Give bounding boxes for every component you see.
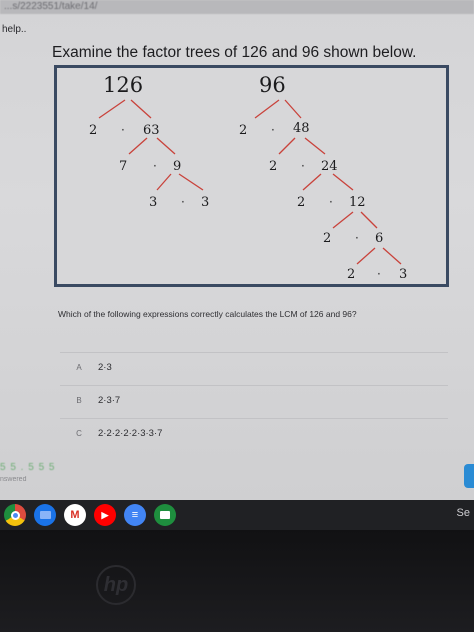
branch	[302, 173, 322, 191]
progress-indicator[interactable]: 5 5 . 5 5 5	[0, 462, 55, 473]
next-button[interactable]	[464, 464, 474, 488]
os-shelf: M ▶ ≡ Se	[0, 500, 474, 530]
factor-tree-diagram: 126 2 · 63 7 · 9 3 · 3 96 2 · 48 2 · 24 …	[89, 73, 407, 282]
help-link[interactable]: help..	[2, 24, 26, 35]
tree-96-node: 48	[293, 121, 310, 136]
answer-choice-b[interactable]: B 2·3·7	[60, 385, 448, 415]
choice-letter: C	[76, 429, 82, 438]
branch	[332, 173, 354, 191]
tree-126-node: 63	[143, 123, 160, 138]
branch	[356, 247, 376, 265]
gmail-glyph: M	[70, 509, 80, 521]
branch	[278, 137, 296, 155]
tree-96-node: 6	[375, 231, 383, 246]
youtube-glyph: ▶	[101, 509, 109, 520]
answer-choice-c[interactable]: C 2·2·2·2·2·3·3·7	[60, 418, 448, 448]
tree-96-node: 24	[321, 159, 338, 174]
factor-tree-figure: 126 2 · 63 7 · 9 3 · 3 96 2 · 48 2 · 24 …	[54, 65, 449, 287]
multiply-dot: ·	[153, 159, 157, 173]
question-title: Examine the factor trees of 126 and 96 s…	[52, 44, 417, 61]
youtube-icon[interactable]: ▶	[94, 504, 116, 526]
multiply-dot: ·	[301, 159, 305, 173]
multiply-dot: ·	[377, 267, 381, 281]
browser-screen: ...s/2223551/take/14/ help.. Examine the…	[0, 0, 474, 500]
branch	[130, 99, 152, 119]
shelf-search-label[interactable]: Se	[457, 507, 470, 519]
tree-96-node: 2	[297, 195, 305, 210]
choice-text: 2·2·2·2·2·3·3·7	[98, 428, 163, 439]
url-bar[interactable]: ...s/2223551/take/14/	[0, 0, 474, 14]
branch	[98, 99, 126, 119]
branch	[178, 173, 204, 191]
tree-96-node: 2	[347, 267, 355, 282]
choice-text: 2·3·7	[98, 395, 121, 406]
branch	[360, 211, 378, 229]
multiply-dot: ·	[355, 231, 359, 245]
docs-glyph: ≡	[131, 509, 139, 521]
choice-text: 2·3	[98, 362, 112, 373]
branch	[156, 173, 172, 191]
question-prompt: Which of the following expressions corre…	[58, 309, 357, 319]
branch	[254, 99, 280, 119]
files-icon[interactable]	[34, 504, 56, 526]
multiply-dot: ·	[181, 195, 185, 209]
branch	[156, 137, 176, 155]
branch	[382, 247, 402, 265]
gmail-icon[interactable]: M	[64, 504, 86, 526]
tree-96-node: 2	[239, 123, 247, 138]
laptop-bezel	[0, 530, 474, 632]
hp-logo-icon: hp	[96, 565, 136, 605]
classroom-icon[interactable]	[154, 504, 176, 526]
branch	[284, 99, 302, 119]
choice-letter: A	[76, 363, 82, 372]
chrome-icon[interactable]	[4, 504, 26, 526]
branch	[304, 137, 326, 155]
tree-96-node: 12	[349, 195, 366, 210]
tree-96-node: 2	[323, 231, 331, 246]
choice-letter: B	[76, 396, 82, 405]
tree-126-node: 7	[119, 159, 127, 174]
tree-126-node: 3	[149, 195, 157, 210]
tree-96-node: 3	[399, 267, 407, 282]
tree-96-node: 2	[269, 159, 277, 174]
tree-126-node: 9	[173, 159, 181, 174]
branch	[332, 211, 354, 229]
multiply-dot: ·	[329, 195, 333, 209]
answer-choice-a[interactable]: A 2·3	[60, 352, 448, 382]
branch	[128, 137, 148, 155]
multiply-dot: ·	[121, 123, 125, 137]
answered-label: nswered	[0, 476, 27, 483]
multiply-dot: ·	[271, 123, 275, 137]
tree-126-node: 3	[201, 195, 209, 210]
docs-icon[interactable]: ≡	[124, 504, 146, 526]
tree-126-node: 2	[89, 123, 97, 138]
tree-96-root: 96	[259, 73, 286, 97]
tree-126-root: 126	[103, 73, 143, 97]
